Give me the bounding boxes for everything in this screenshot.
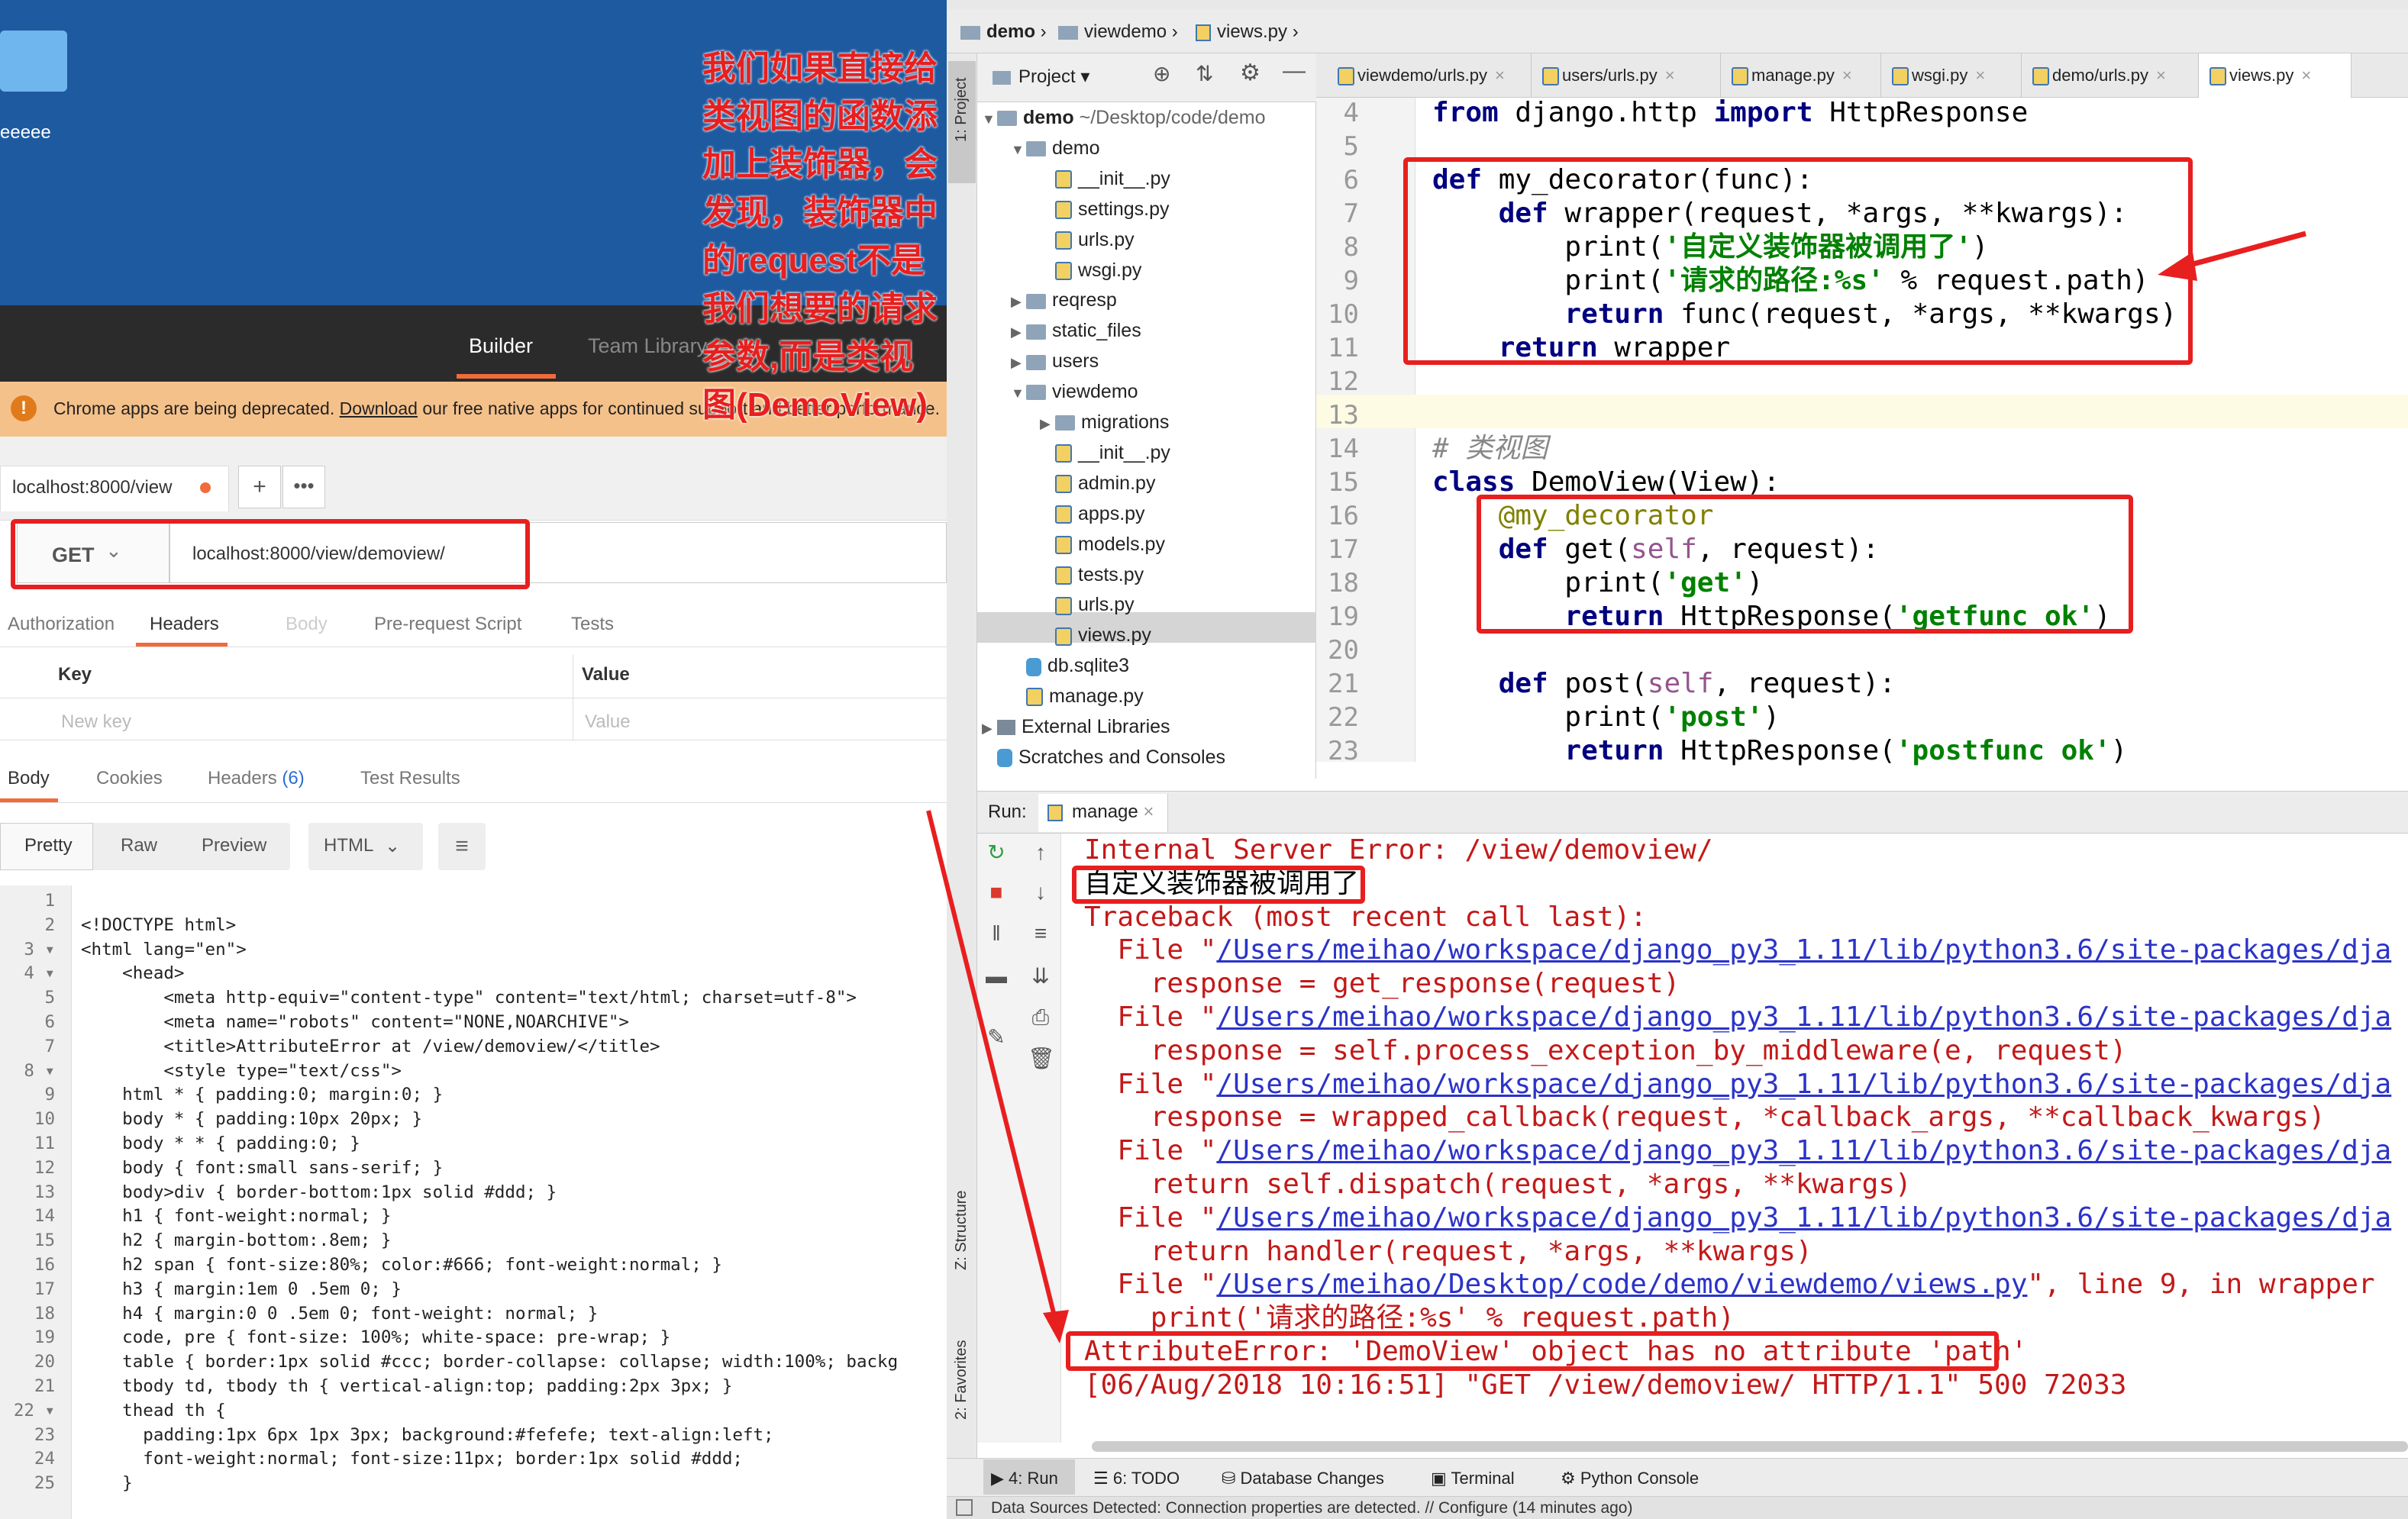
annotation-arrows bbox=[926, 231, 2306, 1343]
